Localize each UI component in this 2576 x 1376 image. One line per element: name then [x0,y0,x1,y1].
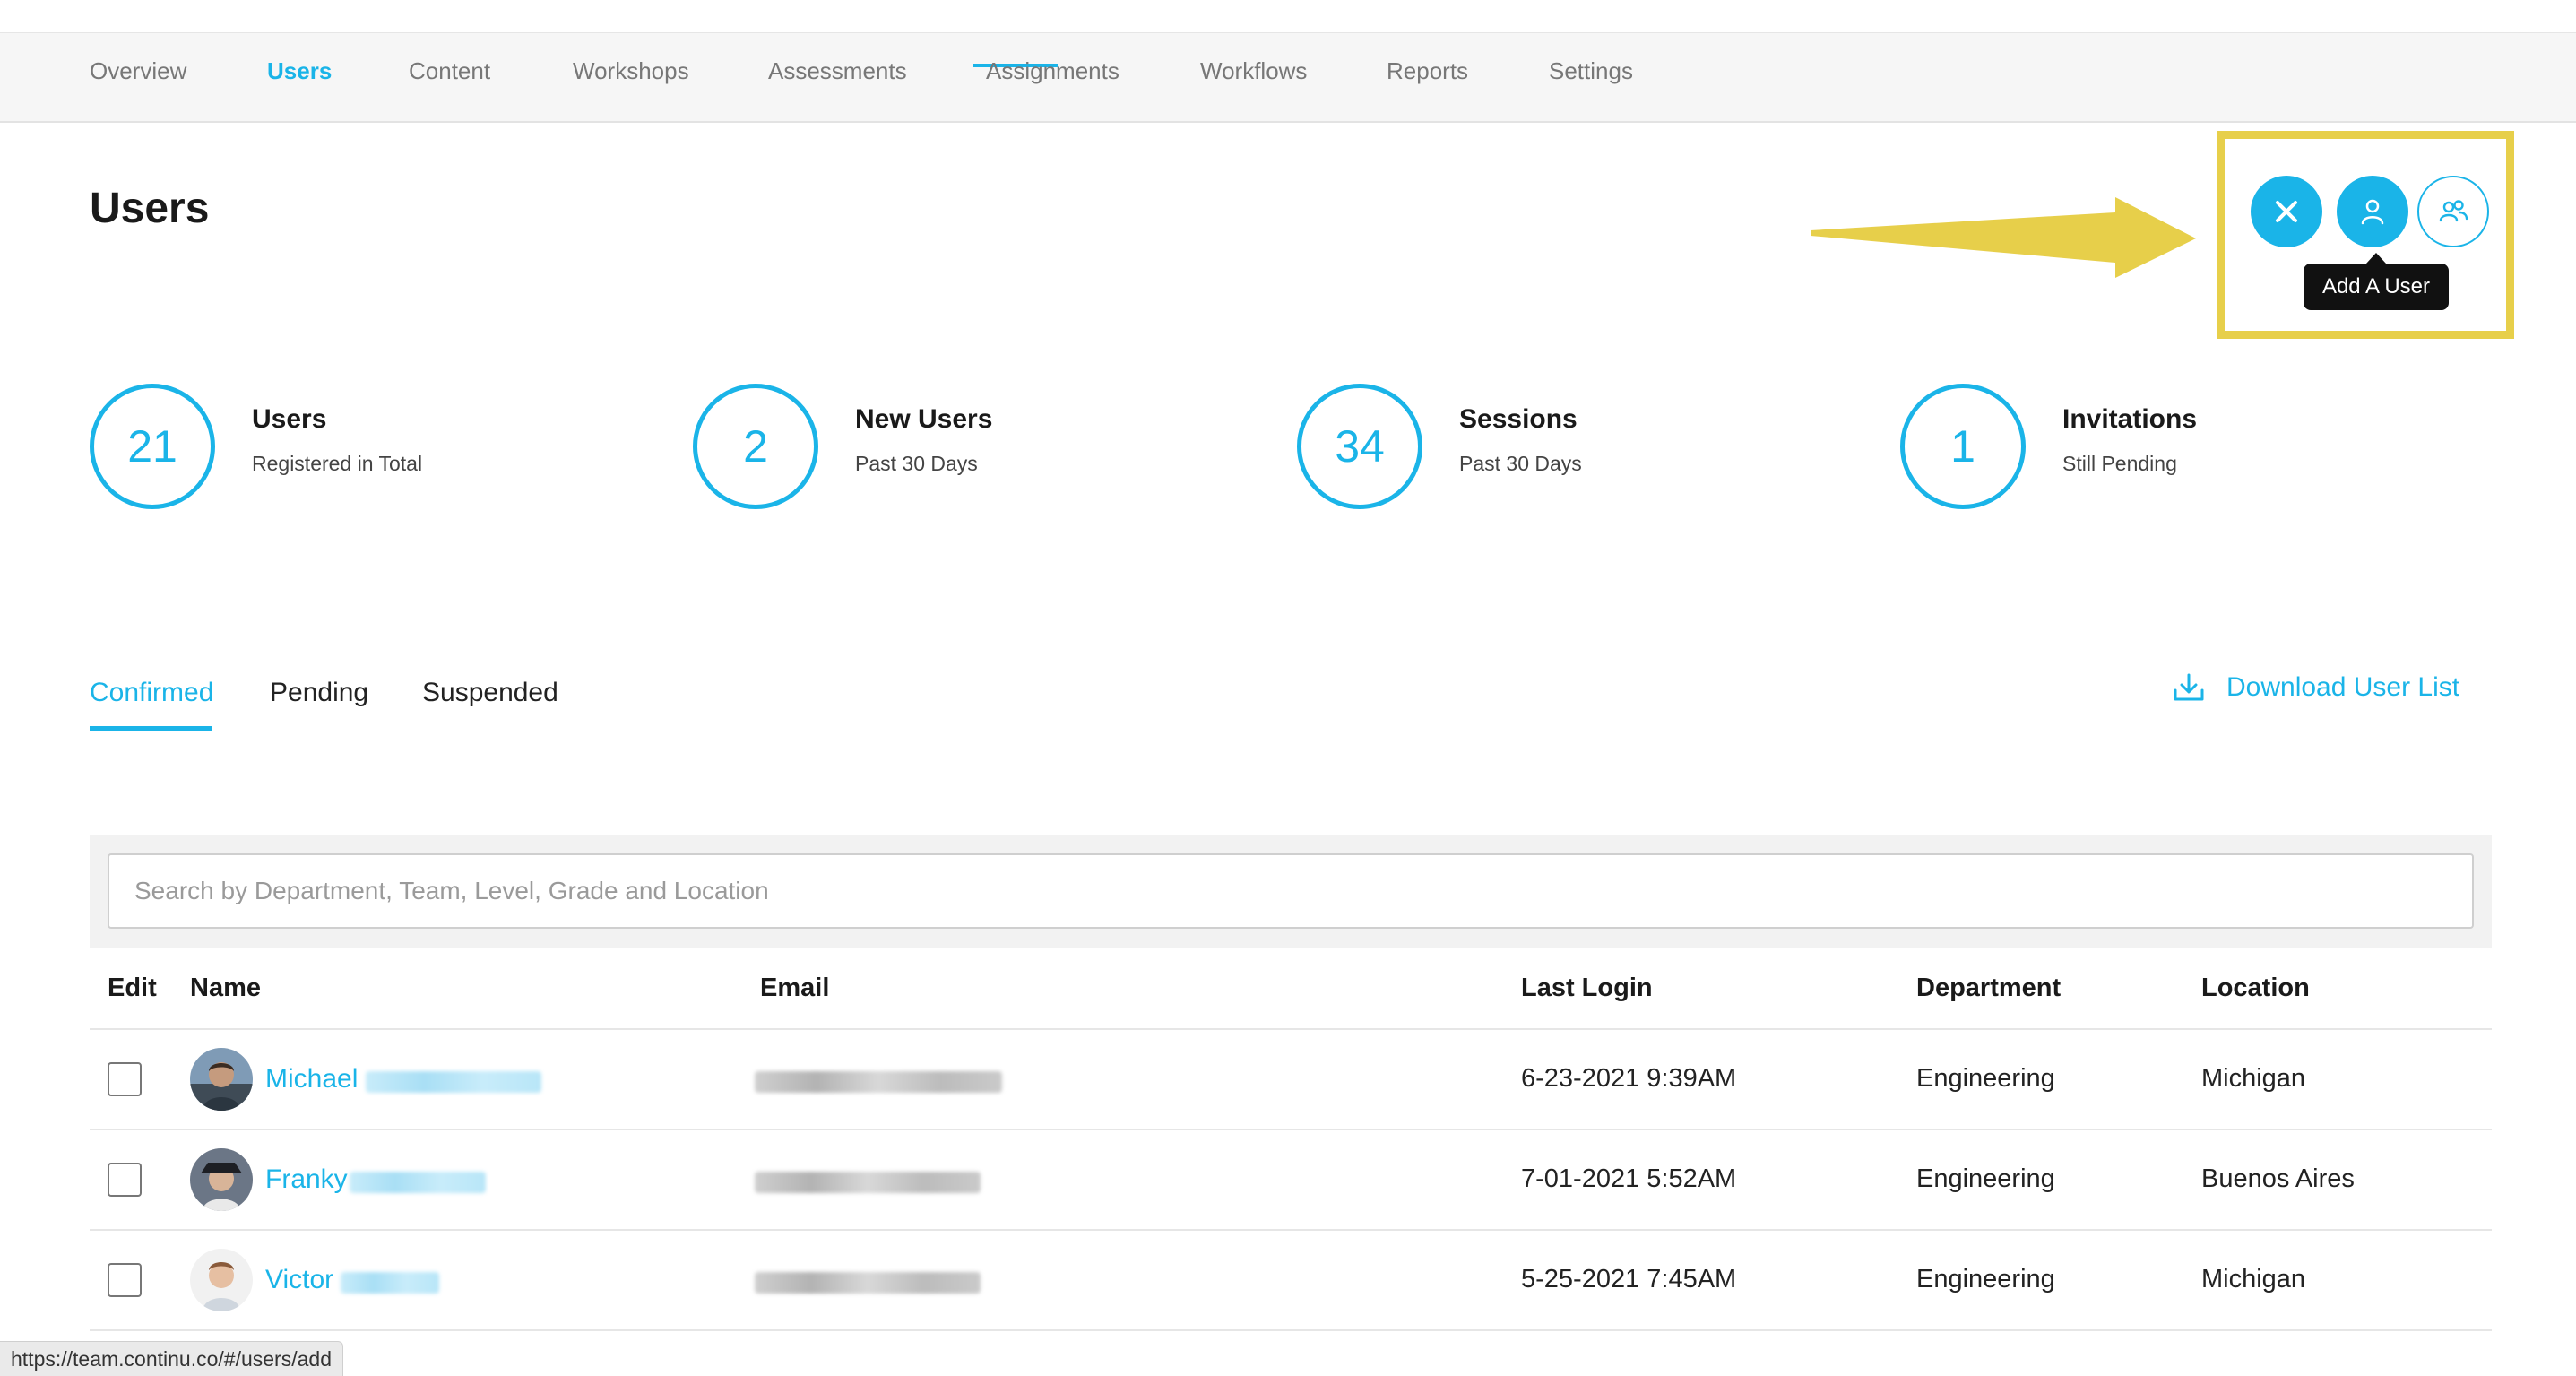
status-bar-url: https://team.continu.co/#/users/add [0,1341,343,1376]
department-cell: Engineering [1916,1164,2055,1193]
column-header-edit: Edit [108,974,157,1002]
users-group-icon [2439,200,2468,222]
stat-subtitle: Still Pending [2062,452,2177,475]
location-cell: Buenos Aires [2201,1164,2355,1193]
nav-item-settings[interactable]: Settings [1549,33,1633,121]
user-name-link[interactable]: Victor [265,1265,333,1295]
nav-item-users[interactable]: Users [267,33,332,121]
download-label: Download User List [2226,672,2460,702]
redacted-email [755,1071,1002,1093]
table-row: Michael 6-23-2021 9:39AM Engineering Mic… [90,1030,2492,1130]
nav-item-workflows[interactable]: Workflows [1200,33,1307,121]
download-icon [2174,673,2204,701]
department-cell: Engineering [1916,1064,2055,1093]
row-checkbox[interactable] [108,1062,142,1096]
nav-item-assignments[interactable]: Assignments [986,33,1119,121]
stat-subtitle: Past 30 Days [855,452,978,475]
search-input[interactable] [108,853,2474,929]
annotation-arrow [1811,197,2196,278]
column-header-location[interactable]: Location [2201,974,2310,1003]
nav-item-overview[interactable]: Overview [90,33,186,121]
redacted-email [755,1272,981,1294]
stat-value: 1 [1900,384,2026,509]
tab-suspended[interactable]: Suspended [422,678,558,708]
avatar [190,1148,253,1211]
add-group-button[interactable] [2417,176,2489,247]
redacted-last-name [350,1172,486,1193]
avatar [190,1048,253,1111]
stat-value: 21 [90,384,215,509]
tab-pending[interactable]: Pending [270,678,368,708]
stat-value: 2 [693,384,818,509]
avatar [190,1249,253,1311]
browser-top-strip [0,0,2576,34]
add-user-button[interactable] [2337,176,2408,247]
redacted-email [755,1172,981,1193]
last-login-cell: 7-01-2021 5:52AM [1521,1164,1737,1193]
location-cell: Michigan [2201,1265,2306,1294]
column-header-email[interactable]: Email [760,974,829,1003]
redacted-last-name [366,1071,541,1093]
user-icon [2361,199,2384,225]
department-cell: Engineering [1916,1265,2055,1294]
user-name-link[interactable]: Franky [265,1164,348,1195]
stat-title: New Users [855,404,993,434]
main-nav: Overview Users Content Workshops Assessm… [0,33,2576,123]
nav-item-content[interactable]: Content [409,33,490,121]
add-user-tooltip: Add A User [2304,253,2449,310]
user-name-link[interactable]: Michael [265,1064,358,1095]
search-bar [90,835,2492,948]
location-cell: Michigan [2201,1064,2306,1093]
last-login-cell: 5-25-2021 7:45AM [1521,1265,1737,1294]
stat-title: Invitations [2062,404,2198,434]
active-tab-underline [90,726,212,731]
row-checkbox[interactable] [108,1163,142,1197]
page-title: Users [90,185,210,232]
download-user-list-button[interactable]: Download User List [2173,672,2459,703]
stat-subtitle: Past 30 Days [1459,452,1582,475]
table-row: Franky 7-01-2021 5:52AM Engineering Buen… [90,1130,2492,1231]
close-icon [2276,201,2297,222]
nav-item-assessments[interactable]: Assessments [768,33,907,121]
redacted-last-name [341,1272,439,1294]
column-header-department[interactable]: Department [1916,974,2061,1003]
nav-item-reports[interactable]: Reports [1387,33,1468,121]
column-header-last-login[interactable]: Last Login [1521,974,1653,1003]
row-checkbox[interactable] [108,1263,142,1297]
stat-subtitle: Registered in Total [252,452,423,475]
nav-item-workshops[interactable]: Workshops [573,33,689,121]
stat-title: Users [252,404,327,434]
table-row: Victor 5-25-2021 7:45AM Engineering Mich… [90,1231,2492,1331]
last-login-cell: 6-23-2021 9:39AM [1521,1064,1737,1093]
stat-title: Sessions [1459,404,1578,434]
column-header-name[interactable]: Name [190,974,261,1003]
stat-value: 34 [1297,384,1422,509]
close-button[interactable] [2251,176,2322,247]
tab-confirmed[interactable]: Confirmed [90,678,213,708]
